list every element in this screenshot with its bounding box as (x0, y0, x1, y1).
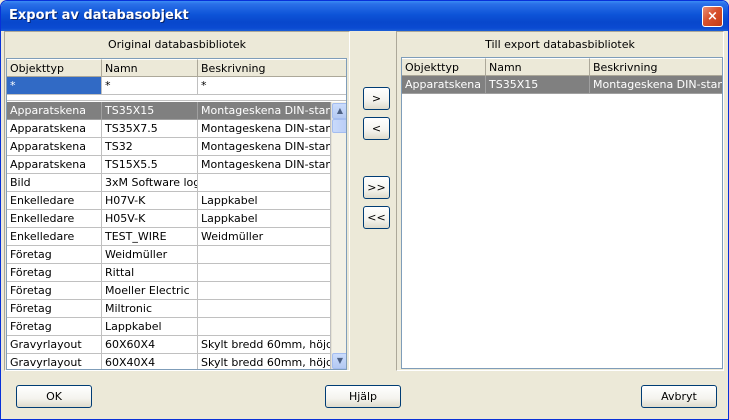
table-cell: H07V-K (102, 192, 198, 210)
scrollbar-thumb[interactable] (332, 119, 346, 133)
left-panel-title: Original databasbibliotek (107, 38, 247, 51)
column-header-namn[interactable]: Namn (102, 59, 198, 77)
table-cell (198, 282, 331, 300)
table-cell: Enkelledare (7, 210, 102, 228)
left-grid-scrollbar[interactable]: ▲ ▼ (331, 102, 346, 369)
column-header-beskrivning[interactable]: Beskrivning (590, 58, 722, 76)
table-cell: Moeller Electric (102, 282, 198, 300)
table-cell: Företag (7, 264, 102, 282)
table-row[interactable]: Gravyrlayout 60X40X4 Skylt bredd 60mm, höj… (7, 354, 331, 369)
table-row[interactable]: Företag Rittal (7, 264, 331, 282)
table-cell: Miltronic (102, 300, 198, 318)
table-row[interactable]: Gravyrlayout 60X60X4 Skylt bredd 60mm, höj… (7, 336, 331, 354)
column-header-beskrivning[interactable]: Beskrivning (198, 59, 346, 77)
table-cell: Skylt bredd 60mm, höjd 40r (198, 354, 331, 369)
close-icon[interactable]: × (702, 6, 723, 27)
table-cell: Montageskena DIN-standa (198, 102, 331, 120)
column-header-namn[interactable]: Namn (486, 58, 590, 76)
left-grid-filter-row: * * * (7, 77, 346, 95)
table-cell: Enkelledare (7, 228, 102, 246)
table-row[interactable]: ApparatskenaTS35X15Montageskena DIN-stan… (402, 76, 722, 94)
table-cell: Lappkabel (198, 192, 331, 210)
export-database-grid: Objekttyp Namn Beskrivning Apparatskena T… (401, 57, 723, 369)
table-cell: TS35X15 (102, 102, 198, 120)
scroll-down-icon[interactable]: ▼ (332, 353, 346, 369)
table-cell: 3xM Software logo (102, 174, 198, 192)
table-row[interactable]: Företag Moeller Electric (7, 282, 331, 300)
table-cell: Apparatskena (7, 102, 102, 120)
cancel-button[interactable]: Avbryt (641, 385, 717, 408)
table-cell: Lappkabel (102, 318, 198, 336)
table-cell: TS15X5.5 (102, 156, 198, 174)
table-cell: Montageskena DIN-standa (198, 156, 331, 174)
grid-separator (7, 96, 346, 101)
table-row[interactable]: ApparatskenaTS32Montageskena DIN-standa (7, 138, 331, 156)
table-cell (198, 300, 331, 318)
table-cell: Montageskena DIN-standa (590, 76, 722, 94)
ok-button[interactable]: OK (16, 385, 92, 408)
table-cell: TS35X7.5 (102, 120, 198, 138)
table-cell: Bild (7, 174, 102, 192)
table-cell: TS32 (102, 138, 198, 156)
left-grid-header: Objekttyp Namn Beskrivning (7, 59, 346, 77)
table-row[interactable]: Enkelledare H07V-K Lappkabel (7, 192, 331, 210)
table-cell: TEST_WIRE (102, 228, 198, 246)
original-database-grid: Objekttyp Namn Beskrivning * * * Apparat… (6, 58, 347, 370)
table-cell: Skylt bredd 60mm, höjd 60r (198, 336, 331, 354)
table-cell: Montageskena DIN-standa (198, 138, 331, 156)
table-cell: 60X60X4 (102, 336, 198, 354)
help-button[interactable]: Hjälp (325, 385, 401, 408)
remove-selected-button[interactable]: < (363, 117, 390, 140)
table-cell: Weidmüller (198, 228, 331, 246)
table-cell: Företag (7, 300, 102, 318)
table-cell: Företag (7, 318, 102, 336)
table-cell: Företag (7, 246, 102, 264)
filter-namn-input[interactable]: * (102, 77, 198, 95)
filter-objekttyp-input[interactable]: * (7, 77, 102, 95)
right-grid-header: Objekttyp Namn Beskrivning (402, 58, 722, 76)
table-cell: H05V-K (102, 210, 198, 228)
table-row[interactable]: Apparatskena TS15X5.5 Montageskena DIN-sta… (7, 156, 331, 174)
table-cell (198, 174, 331, 192)
add-all-button[interactable]: >> (363, 176, 390, 199)
table-cell: Apparatskena (402, 76, 486, 94)
column-header-objekttyp[interactable]: Objekttyp (402, 58, 486, 76)
table-cell (198, 246, 331, 264)
table-cell: Enkelledare (7, 192, 102, 210)
table-row[interactable]: Apparatskena TS35X7.5 Montageskena DIN-sta… (7, 120, 331, 138)
column-header-objekttyp[interactable]: Objekttyp (7, 59, 102, 77)
table-cell: Apparatskena (7, 120, 102, 138)
table-cell: Apparatskena (7, 156, 102, 174)
table-cell: Rittal (102, 264, 198, 282)
table-row[interactable]: Enkelledare H05V-K Lappkabel (7, 210, 331, 228)
table-row[interactable]: Företag Weidmüller (7, 246, 331, 264)
table-row[interactable]: ApparatskenaTS35X15Montageskena DIN-stan… (7, 102, 331, 120)
table-cell: Gravyrlayout (7, 354, 102, 369)
table-cell (198, 264, 331, 282)
table-row[interactable]: Bild 3xM Software logo (7, 174, 331, 192)
table-cell: TS35X15 (486, 76, 590, 94)
filter-beskrivning-input[interactable]: * (198, 77, 346, 95)
table-cell: 60X40X4 (102, 354, 198, 369)
remove-all-button[interactable]: << (363, 206, 390, 229)
window-title: Export av databasobjekt (9, 8, 189, 23)
table-cell: Gravyrlayout (7, 336, 102, 354)
table-row[interactable]: Företag Lappkabel (7, 318, 331, 336)
table-row[interactable]: Företag Miltronic (7, 300, 331, 318)
table-cell: Lappkabel (198, 210, 331, 228)
add-selected-button[interactable]: > (363, 87, 390, 110)
table-cell: Montageskena DIN-standa (198, 120, 331, 138)
table-cell: Apparatskena (7, 138, 102, 156)
table-row[interactable]: Enkelledare TEST_WIRE Weidmüller (7, 228, 331, 246)
right-panel-title: Till export databasbibliotek (485, 38, 635, 51)
scroll-up-icon[interactable]: ▲ (332, 103, 346, 119)
table-cell: Weidmüller (102, 246, 198, 264)
export-dialog-window: Export av databasobjekt × Original datab… (0, 0, 729, 420)
table-cell (198, 318, 331, 336)
dialog-client-area: Original databasbibliotek Objekttyp Namn… (4, 31, 725, 417)
title-bar[interactable]: Export av databasobjekt × (1, 1, 728, 31)
table-cell: Företag (7, 282, 102, 300)
